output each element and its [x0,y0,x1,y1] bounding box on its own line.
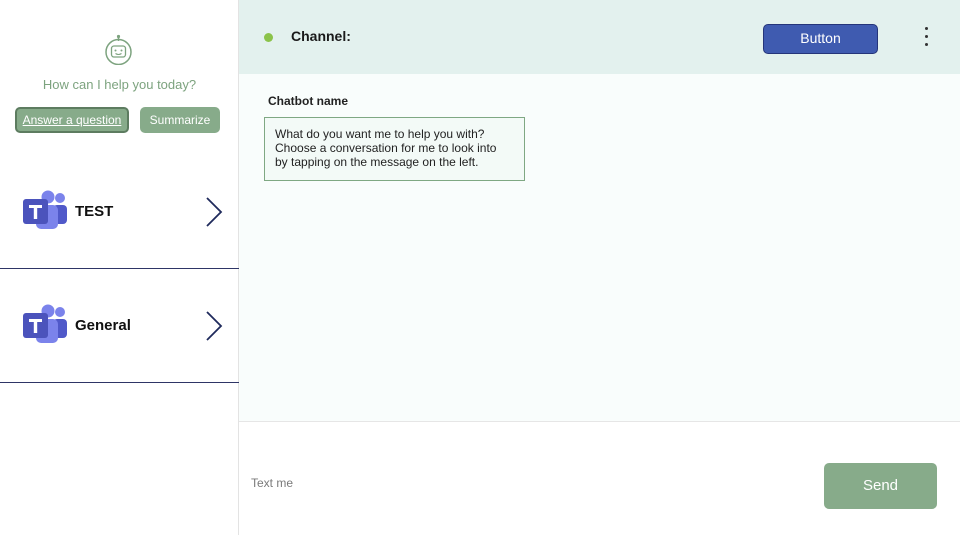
status-dot-icon [264,33,273,42]
bot-message-line: Choose a conversation for me to look int… [275,141,497,155]
bot-message-line: What do you want me to help you with? [275,127,485,141]
channel-label: General [75,317,131,334]
more-options-icon[interactable] [921,27,931,51]
channel-item-test[interactable]: TEST [0,156,239,269]
message-input[interactable] [251,470,791,496]
summarize-button[interactable]: Summarize [140,107,220,133]
chevron-right-icon[interactable] [204,196,224,228]
channel-item-general[interactable]: General [0,270,239,383]
bot-icon [105,34,132,65]
teams-icon [23,190,67,229]
send-button[interactable]: Send [824,463,937,509]
help-prompt: How can I help you today? [42,77,197,92]
chevron-right-icon[interactable] [204,310,224,342]
chat-area: Chatbot name What do you want me to help… [239,74,960,422]
header-button[interactable]: Button [763,24,878,54]
teams-icon [23,304,67,343]
answer-question-button[interactable]: Answer a question [15,107,129,133]
channel-title: Channel: [291,28,351,44]
composer: Send [239,422,960,535]
chatbot-name: Chatbot name [268,94,349,108]
bot-message-line: by tapping on the message on the left. [275,155,479,169]
channel-label: TEST [75,203,114,220]
sidebar: How can I help you today? Answer a quest… [0,0,239,535]
bot-message: What do you want me to help you with? Ch… [264,117,525,181]
header-bar: Channel: Button [239,0,960,74]
